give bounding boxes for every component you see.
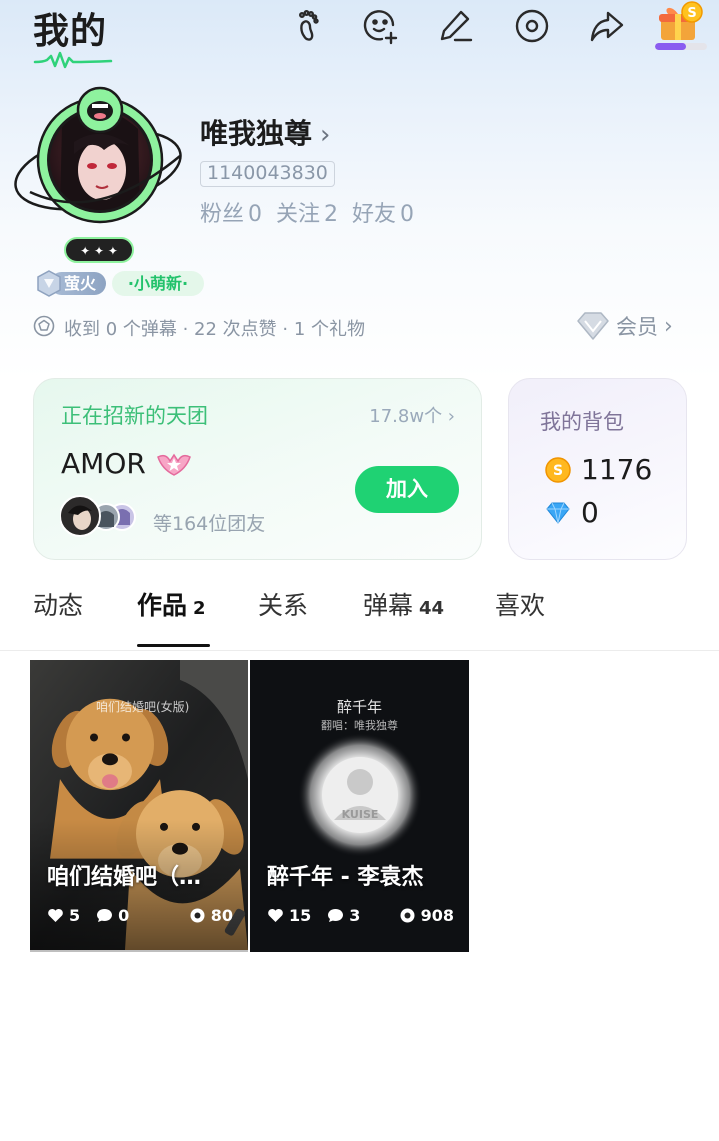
comment-icon (97, 908, 113, 922)
vip-chevron-icon: › (664, 313, 673, 339)
social-counts: 粉丝 0 关注 2 好友 0 (200, 196, 418, 228)
diamond-count: 0 (581, 496, 599, 529)
vip-diamond-icon (577, 312, 609, 340)
tab-relations[interactable]: 关系 (258, 586, 308, 622)
tab-works[interactable]: 作品 2 (137, 586, 206, 622)
level-badge[interactable]: 萤火 (36, 270, 106, 297)
fans-count[interactable]: 0 (248, 202, 262, 227)
music-disc-icon[interactable] (513, 7, 551, 45)
likes-count: 5 (69, 905, 81, 925)
work-overlay-subtitle: 翻唱：唯我独尊 (321, 719, 398, 732)
profile-tabs: 动态 作品 2 关系 弹幕 44 喜欢 (0, 582, 719, 650)
comments-count: 0 (118, 905, 130, 925)
follow-count[interactable]: 2 (324, 202, 338, 227)
views-stat: 80 (189, 906, 233, 925)
tab-label: 作品 (137, 591, 188, 620)
coin-count: 1176 (581, 453, 653, 486)
group-members-text: 等164位团友 (153, 513, 266, 535)
tab-count: 44 (419, 598, 445, 619)
tab-label: 动态 (33, 591, 84, 620)
work-title: 醉千年 - 李袁杰 (267, 865, 424, 890)
group-card-count[interactable]: 17.8w个 › (369, 402, 455, 428)
fans-label[interactable]: 粉丝 (200, 202, 244, 227)
coin-balance: S 1176 (545, 453, 652, 486)
group-member-avatars (60, 495, 136, 537)
tab-count: 2 (193, 598, 206, 619)
group-emblem-icon (157, 453, 191, 476)
username-text: 唯我独尊 (200, 117, 313, 150)
gift-progress-fill (655, 43, 687, 50)
tab-likes[interactable]: 喜欢 (495, 586, 545, 622)
vip-label: 会员 (616, 315, 658, 339)
footprint-icon[interactable] (291, 7, 329, 45)
group-recruit-card[interactable]: 正在招新的天团 17.8w个 › AMOR 等164位团友 加入 (33, 378, 482, 560)
work-overlay-title: 醉千年 (336, 698, 382, 716)
username-chevron-icon: › (320, 120, 331, 150)
work-stats: 5 0 80 (47, 905, 233, 925)
page-title: 我的 (33, 11, 108, 52)
views-count: 80 (210, 905, 233, 925)
friends-count[interactable]: 0 (400, 202, 414, 227)
comments-count: 3 (349, 905, 361, 925)
eye-icon (400, 908, 415, 922)
coin-icon: S (545, 456, 571, 483)
views-count: 908 (420, 905, 454, 925)
heart-icon (268, 908, 283, 922)
views-stat: 908 (399, 906, 454, 925)
gift-coin-icon[interactable]: S (655, 0, 707, 42)
edit-pencil-icon[interactable] (437, 7, 475, 45)
work-card[interactable]: KUISE 醉千年 翻唱：唯我独尊 醉千年 - 李袁杰 15 3 908 (250, 660, 469, 952)
comments-stat: 3 (327, 906, 360, 925)
tabs-divider (0, 650, 719, 651)
user-id[interactable]: 1140043830 (200, 161, 335, 187)
active-tab-indicator (137, 644, 210, 647)
gift-progress-bar (655, 43, 707, 50)
interaction-stats-icon (33, 315, 55, 337)
likes-stat: 15 (267, 906, 311, 925)
newbie-badge[interactable]: ·小萌新· (112, 271, 204, 296)
eye-icon (190, 908, 205, 922)
tab-danmaku[interactable]: 弹幕 44 (363, 586, 444, 622)
backpack-title: 我的背包 (540, 410, 624, 434)
group-name: AMOR (61, 447, 146, 480)
follow-label[interactable]: 关注 (276, 202, 320, 227)
avatar[interactable]: ✦ ✦ ✦ (12, 84, 188, 266)
interaction-stats: 收到 0 个弹幕 · 22 次点赞 · 1 个礼物 (64, 319, 366, 340)
svg-text:S: S (553, 463, 563, 479)
likes-count: 15 (289, 905, 312, 925)
comments-stat: 0 (96, 906, 129, 925)
tab-feed[interactable]: 动态 (33, 586, 83, 622)
heart-icon (48, 908, 63, 922)
diamond-icon (546, 502, 570, 524)
tab-label: 弹幕 (363, 591, 414, 620)
group-card-heading: 正在招新的天团 (61, 404, 208, 428)
likes-stat: 5 (47, 906, 80, 925)
friends-label[interactable]: 好友 (352, 202, 396, 227)
work-overlay-text: 咱们结婚吧(女版) (96, 700, 190, 714)
svg-text:✦ ✦ ✦: ✦ ✦ ✦ (80, 244, 118, 258)
vip-entry[interactable]: 会员 › (576, 309, 673, 343)
join-group-button[interactable]: 加入 (355, 466, 459, 513)
add-emoji-icon[interactable] (362, 7, 400, 45)
backpack-card[interactable]: 我的背包 S 1176 0 (508, 378, 687, 560)
share-icon[interactable] (588, 7, 626, 45)
work-stats: 15 3 908 (267, 905, 454, 925)
tab-label: 喜欢 (495, 591, 546, 620)
comment-icon (328, 908, 344, 922)
svg-text:S: S (687, 6, 696, 21)
tab-label: 关系 (258, 591, 309, 620)
level-badge-text: 萤火 (64, 274, 97, 293)
firefly-level-icon (37, 270, 61, 297)
diamond-balance: 0 (545, 496, 599, 529)
title-squiggle-decoration (33, 51, 113, 69)
work-title: 咱们结婚吧（… (47, 865, 202, 890)
username[interactable]: 唯我独尊 › (200, 112, 330, 152)
svg-text:KUISE: KUISE (342, 808, 379, 821)
work-card[interactable]: 咱们结婚吧(女版) 咱们结婚吧（… 5 0 80 (30, 660, 248, 952)
